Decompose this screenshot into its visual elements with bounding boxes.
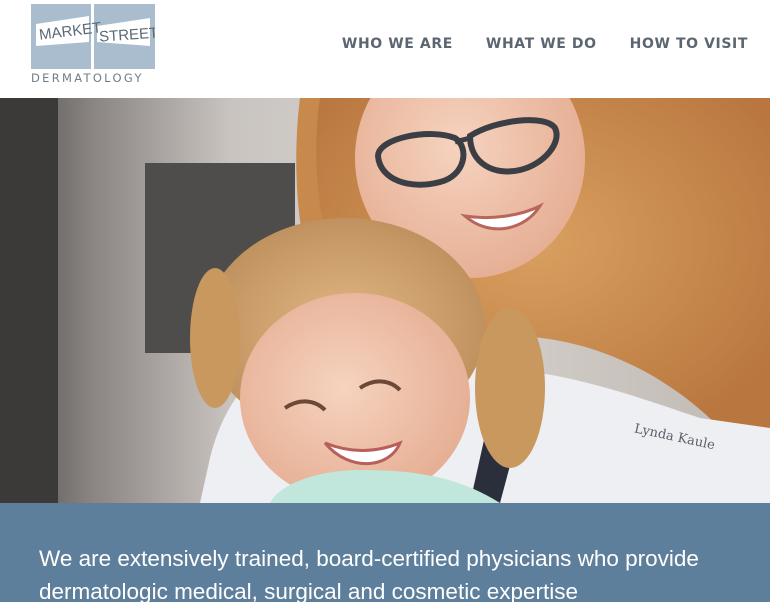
nav-who-we-are[interactable]: WHO WE ARE [342, 36, 453, 52]
nav-how-to-visit[interactable]: HOW TO VISIT [630, 36, 748, 52]
intro-text: We are extensively trained, board-certif… [39, 546, 699, 602]
logo-word-dermatology: DERMATOLOGY [31, 71, 144, 85]
main-nav: WHO WE ARE WHAT WE DO HOW TO VISIT [342, 36, 748, 52]
hero-photo: Lynda Kaule [0, 98, 770, 503]
nav-what-we-do[interactable]: WHAT WE DO [486, 36, 597, 52]
site-header: MARKET STREET DERMATOLOGY WHO WE ARE WHA… [0, 0, 770, 98]
hero-image: Lynda Kaule [0, 98, 770, 503]
intro-band: We are extensively trained, board-certif… [0, 503, 770, 602]
